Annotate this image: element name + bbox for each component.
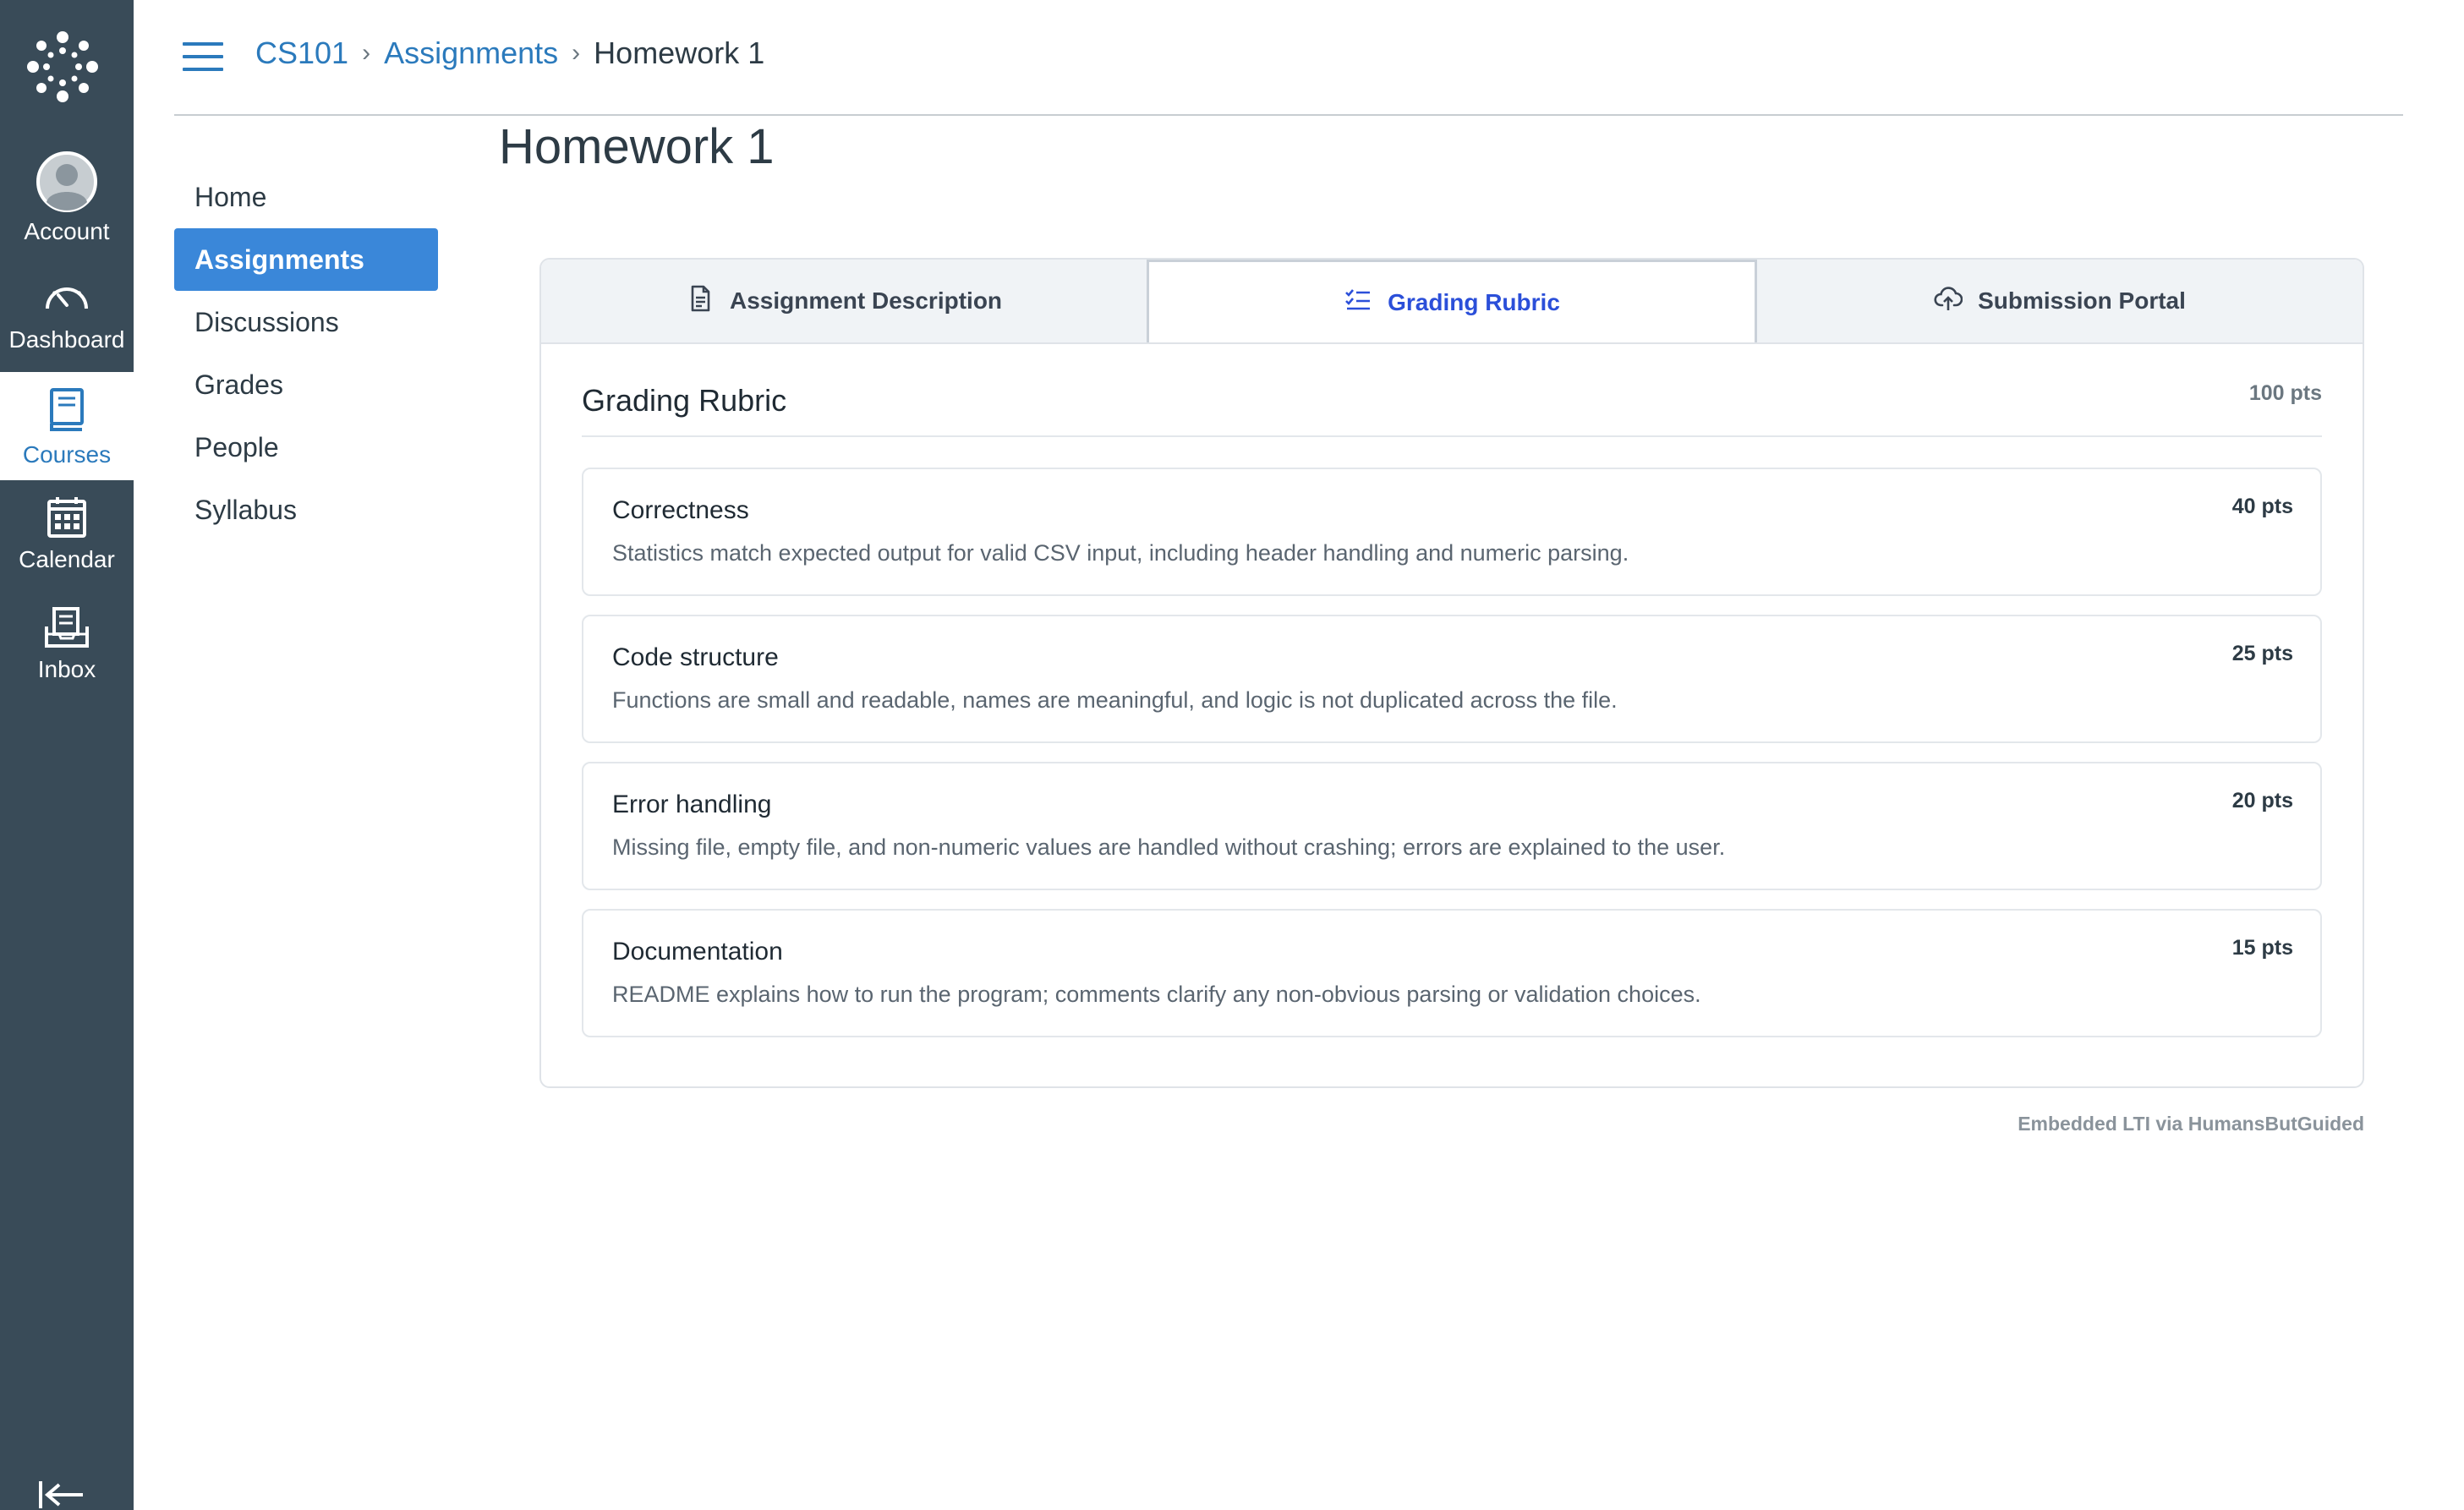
course-menu-toggle-icon[interactable]	[183, 42, 223, 71]
page-header: CS101 › Assignments › Homework 1	[174, 0, 2403, 116]
rubric-panel: Grading Rubric 100 pts Correctness Stati…	[541, 344, 2363, 1037]
course-nav-assignments[interactable]: Assignments	[174, 228, 438, 291]
lti-attribution: Embedded LTI via HumansButGuided	[2018, 1113, 2364, 1135]
rubric-criterion: Error handling Missing file, empty file,…	[582, 762, 2322, 890]
tab-assignment-description[interactable]: Assignment Description	[541, 260, 1147, 342]
rubric-criterion: Correctness Statistics match expected ou…	[582, 468, 2322, 596]
rubric-criteria-list: Correctness Statistics match expected ou…	[582, 468, 2322, 1037]
tab-grading-rubric[interactable]: Grading Rubric	[1147, 260, 1757, 342]
cloud-upload-icon	[1934, 284, 1963, 319]
criterion-description: Missing file, empty file, and non-numeri…	[612, 834, 1726, 860]
course-nav-discussions[interactable]: Discussions	[174, 291, 438, 353]
canvas-logo-icon[interactable]	[25, 29, 101, 105]
criterion-description: Statistics match expected output for val…	[612, 540, 1629, 566]
global-nav-dashboard[interactable]: Dashboard	[0, 276, 134, 369]
global-nav-account[interactable]: Account	[0, 149, 134, 250]
calendar-icon	[47, 494, 87, 541]
tab-label: Assignment Description	[729, 287, 1003, 314]
course-nav-grades[interactable]: Grades	[174, 353, 438, 416]
criterion-name: Correctness	[612, 496, 749, 524]
tab-submission-portal[interactable]: Submission Portal	[1757, 260, 2363, 342]
criterion-description: README explains how to run the program; …	[612, 982, 1701, 1007]
rubric-criterion: Documentation README explains how to run…	[582, 909, 2322, 1037]
tab-label: Grading Rubric	[1388, 288, 1560, 315]
lti-tool-frame: Assignment Description Grading Rubric Su…	[539, 258, 2364, 1088]
criterion-points: 15 pts	[2231, 936, 2293, 960]
global-nav-dashboard-label: Dashboard	[8, 326, 125, 353]
rubric-title: Grading Rubric	[582, 383, 787, 418]
course-nav-home[interactable]: Home	[174, 166, 438, 228]
rubric-criterion: Code structure Functions are small and r…	[582, 615, 2322, 743]
global-nav-courses[interactable]: Courses	[0, 372, 134, 480]
inbox-icon	[44, 604, 90, 651]
breadcrumb-current: Homework 1	[594, 36, 765, 70]
criterion-description: Functions are small and readable, names …	[612, 687, 1618, 713]
course-nav-syllabus[interactable]: Syllabus	[174, 479, 438, 541]
global-nav-calendar-label: Calendar	[19, 546, 115, 572]
breadcrumb-separator: ›	[362, 39, 371, 67]
global-nav-inbox[interactable]: Inbox	[0, 604, 134, 697]
breadcrumb: CS101 › Assignments › Homework 1	[255, 36, 764, 71]
global-nav-inbox-label: Inbox	[37, 656, 96, 682]
criterion-points: 40 pts	[2231, 495, 2293, 518]
global-nav-courses-label: Courses	[22, 441, 112, 468]
criterion-name: Error handling	[612, 791, 772, 818]
criterion-name: Documentation	[612, 938, 783, 966]
criterion-points: 20 pts	[2231, 789, 2293, 812]
checklist-icon	[1344, 285, 1372, 320]
rubric-header: Grading Rubric 100 pts	[582, 378, 2322, 437]
breadcrumb-assignments-link[interactable]: Assignments	[384, 36, 558, 71]
page-title: Homework 1	[499, 119, 775, 174]
rubric-total-points: 100 pts	[2248, 380, 2322, 405]
criterion-points: 25 pts	[2231, 642, 2293, 665]
global-nav: Account Dashboard Courses Calendar Inbox	[0, 0, 134, 1510]
tab-label: Submission Portal	[1978, 287, 2186, 314]
global-nav-calendar[interactable]: Calendar	[0, 494, 134, 587]
course-nav-people[interactable]: People	[174, 416, 438, 479]
account-avatar-icon	[35, 149, 99, 215]
document-icon	[686, 284, 715, 319]
breadcrumb-course-link[interactable]: CS101	[255, 36, 348, 71]
breadcrumb-separator: ›	[572, 39, 581, 67]
global-nav-account-label: Account	[24, 218, 110, 244]
collapse-nav-icon[interactable]	[37, 1478, 88, 1508]
dashboard-gauge-icon	[43, 276, 90, 318]
course-nav: Home Assignments Discussions Grades Peop…	[174, 166, 438, 541]
courses-book-icon	[48, 386, 85, 435]
criterion-name: Code structure	[612, 643, 779, 671]
tool-tabs: Assignment Description Grading Rubric Su…	[541, 260, 2363, 344]
